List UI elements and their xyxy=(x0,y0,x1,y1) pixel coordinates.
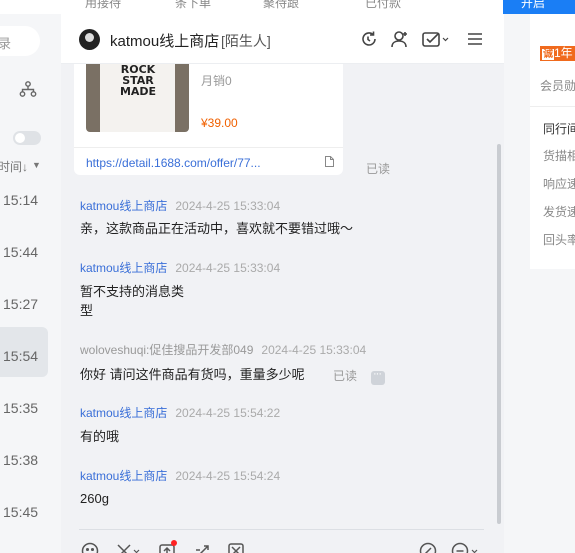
session-list: 录 时间↓ ▼ 15:14 15:44 15:27 15:54 15:35 15… xyxy=(0,14,61,553)
emoji-icon[interactable] xyxy=(81,542,99,553)
chevron-down-icon[interactable] xyxy=(451,542,479,553)
divider xyxy=(74,147,343,148)
message-text: 暂不支持的消息类 xyxy=(80,284,185,299)
timestamp: 2024-4-25 15:33:04 xyxy=(175,261,281,275)
filter-toggle[interactable] xyxy=(13,131,41,145)
session-time[interactable]: 15:14 xyxy=(3,192,38,208)
message-text: 型 xyxy=(80,303,94,318)
badge-icon: 诚 xyxy=(542,49,554,60)
member-label[interactable]: 会员勋 xyxy=(540,77,575,94)
screenshot-icon[interactable] xyxy=(227,542,245,553)
menu-icon[interactable] xyxy=(465,29,485,49)
top-nav: 用接待 条下单 聚待跟 已付款 开启 xyxy=(0,0,575,14)
message-text: 260g xyxy=(80,491,109,506)
more-icon[interactable] xyxy=(371,368,385,385)
customer-info-panel: 诚1年 会员勋 同行间 货描相 响应速 发货速 回头率 xyxy=(504,14,575,553)
sender-name[interactable]: katmou线上商店 xyxy=(80,199,167,213)
chat-title: katmou线上商店 xyxy=(110,33,220,50)
read-status: 已读 xyxy=(366,162,391,176)
message-meta: woloveshuqi:促佳搜品开发部049 2024-4-25 15:33:04 xyxy=(80,341,366,358)
top-action-button[interactable]: 开启 xyxy=(503,0,575,14)
session-time[interactable]: 15:38 xyxy=(3,452,38,468)
chat-header: katmou线上商店 [陌生人] xyxy=(61,14,504,64)
sort-by-time[interactable]: 时间↓ xyxy=(0,158,28,175)
message-text: 你好 请问这件商品有货吗，重量多少呢 xyxy=(80,367,305,382)
search-placeholder: 录 xyxy=(0,36,12,51)
stat-label: 货描相 xyxy=(543,149,575,163)
membership-badge: 诚1年 xyxy=(540,46,575,61)
message-meta: katmou线上商店 2024-4-25 15:54:24 xyxy=(80,467,280,484)
session-time[interactable]: 15:44 xyxy=(3,244,38,260)
top-tab-3[interactable]: 聚待跟 xyxy=(263,0,299,11)
timestamp: 2024-4-25 15:33:04 xyxy=(175,199,281,213)
sender-name[interactable]: katmou线上商店 xyxy=(80,469,167,483)
section-title: 同行间 xyxy=(543,122,575,136)
stat-label: 回头率 xyxy=(543,233,575,247)
top-action-label: 开启 xyxy=(521,0,546,10)
stat-label: 发货速 xyxy=(543,205,575,219)
message-meta: katmou线上商店 2024-4-25 15:54:22 xyxy=(80,404,280,421)
org-tree-icon[interactable] xyxy=(19,80,37,98)
scissors-icon[interactable] xyxy=(115,542,141,553)
product-image-text: ROCK STAR MADE xyxy=(119,64,157,98)
chevron-down-icon[interactable]: ▼ xyxy=(32,160,41,170)
task-icon[interactable] xyxy=(421,29,449,49)
refresh-icon[interactable] xyxy=(359,29,379,49)
session-time[interactable]: 15:45 xyxy=(3,504,38,520)
timestamp: 2024-4-25 15:54:22 xyxy=(175,406,281,420)
message-list: ROCK STAR MADE 月销0 ¥39.00 https://detail… xyxy=(61,64,497,529)
session-time[interactable]: 15:35 xyxy=(3,400,38,416)
scrollbar[interactable] xyxy=(497,144,501,524)
send-icon[interactable] xyxy=(419,542,437,553)
info-card: 诚1年 会员勋 同行间 货描相 响应速 发货速 回头率 xyxy=(530,14,575,269)
top-tab-1[interactable]: 用接待 xyxy=(85,0,121,11)
message-meta: katmou线上商店 2024-4-25 15:33:04 xyxy=(80,259,280,276)
product-link[interactable]: https://detail.1688.com/offer/77... xyxy=(86,156,261,170)
sender-name[interactable]: katmou线上商店 xyxy=(80,261,167,275)
timestamp: 2024-4-25 15:54:24 xyxy=(175,469,281,483)
notification-dot xyxy=(171,540,177,546)
quick-reply-icon[interactable] xyxy=(193,542,211,553)
top-tab-4[interactable]: 已付款 xyxy=(365,0,401,11)
session-search-input[interactable]: 录 xyxy=(0,26,40,56)
session-time[interactable]: 15:54 xyxy=(3,348,38,364)
sender-name[interactable]: katmou线上商店 xyxy=(80,406,167,420)
product-price: ¥39.00 xyxy=(201,116,238,130)
timestamp: 2024-4-25 15:33:04 xyxy=(261,343,367,357)
product-image[interactable]: ROCK STAR MADE xyxy=(86,64,189,132)
sender-name[interactable]: woloveshuqi:促佳搜品开发部049 xyxy=(80,343,253,357)
avatar[interactable] xyxy=(79,29,100,50)
read-status: 已读 xyxy=(333,369,358,383)
message-text: 有的哦 xyxy=(80,429,120,444)
session-time[interactable]: 15:27 xyxy=(3,296,38,312)
app-root: 用接待 条下单 聚待跟 已付款 开启 录 时间↓ ▼ 15:14 15:44 1… xyxy=(0,0,575,553)
product-sales: 月销0 xyxy=(201,74,232,88)
message-meta: katmou线上商店 2024-4-25 15:33:04 xyxy=(80,197,280,214)
top-tab-2[interactable]: 条下单 xyxy=(175,0,211,11)
divider xyxy=(79,529,484,530)
divider xyxy=(530,106,575,107)
message-text: 亲，这款商品正在活动中，喜欢就不要错过哦～ xyxy=(80,221,354,236)
stat-label: 响应速 xyxy=(543,177,575,191)
user-icon[interactable] xyxy=(390,29,410,49)
copy-icon[interactable] xyxy=(324,155,335,168)
product-card[interactable]: ROCK STAR MADE 月销0 ¥39.00 https://detail… xyxy=(74,64,343,175)
chat-panel: katmou线上商店 [陌生人] ROCK STAR MADE 月销0 ¥39.… xyxy=(61,14,504,553)
badge-text: 1年 xyxy=(554,46,573,60)
relation-tag: [陌生人] xyxy=(221,33,271,49)
